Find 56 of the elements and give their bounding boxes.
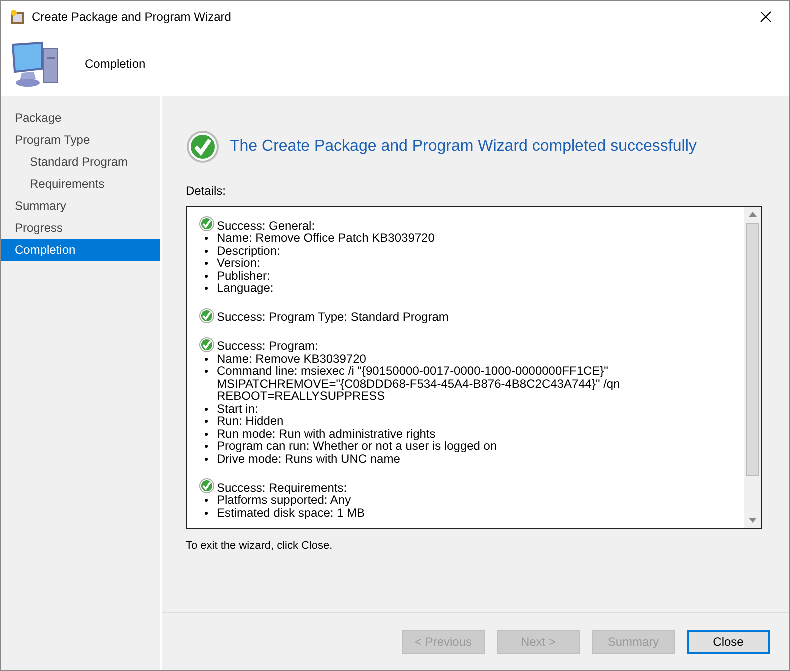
- success-check-icon: [186, 130, 220, 164]
- bullet-icon: [205, 512, 208, 514]
- bullet-icon: [205, 420, 208, 423]
- scroll-thumb[interactable]: [746, 223, 759, 476]
- detail-item: Language:: [217, 282, 274, 294]
- nav-item[interactable]: Standard Program: [1, 151, 160, 173]
- exit-instruction: To exit the wizard, click Close.: [186, 539, 333, 554]
- success-check-icon: [199, 478, 215, 494]
- bullet-icon: [205, 287, 208, 290]
- nav-item[interactable]: Progress: [1, 217, 160, 239]
- wizard-app-icon: [10, 8, 26, 24]
- bullet-icon: [205, 274, 208, 278]
- section-title: Success: Requirements:: [217, 482, 348, 494]
- bullet-icon: [205, 358, 208, 360]
- section-title: Success: General:: [217, 220, 316, 232]
- detail-item: Estimated disk space: 1 MB: [217, 506, 366, 519]
- section-title: Success: Program Type: Standard Program: [217, 311, 449, 324]
- nav-item[interactable]: Completion: [1, 239, 160, 261]
- wizard-button[interactable]: Close: [687, 630, 770, 654]
- detail-item: Name: Remove KB3039720: [217, 352, 366, 365]
- computer-icon: [10, 39, 60, 89]
- detail-item: Name: Remove Office Patch KB3039720: [217, 232, 435, 244]
- detail-item: Platforms supported: Any: [217, 494, 352, 506]
- detail-item: Description:: [217, 244, 280, 257]
- scroll-down-icon[interactable]: [748, 518, 756, 523]
- detail-item: Start in:: [217, 402, 258, 415]
- bullet-icon: [205, 499, 208, 502]
- nav-item[interactable]: Summary: [1, 195, 160, 217]
- nav-item[interactable]: Package: [1, 107, 160, 129]
- window-title: Create Package and Program Wizard: [32, 8, 232, 26]
- scrollbar[interactable]: [744, 207, 761, 528]
- nav-item[interactable]: Program Type: [1, 129, 160, 151]
- bullet-icon: [205, 408, 208, 410]
- scroll-up-icon[interactable]: [748, 212, 756, 217]
- completion-heading: The Create Package and Program Wizard completed successfully: [230, 137, 697, 157]
- section-title: Success: Program:: [217, 340, 318, 352]
- bullet-icon: [205, 250, 208, 252]
- page-title: Completion: [85, 56, 146, 73]
- bullet-icon: [205, 445, 208, 448]
- success-check-icon: [199, 336, 215, 352]
- detail-item: Program can run: Whether or not a user is logged on: [217, 440, 498, 452]
- details-label: Details:: [186, 183, 226, 200]
- detail-item: Drive mode: Runs with UNC name: [217, 452, 400, 465]
- success-check-icon: [199, 216, 215, 232]
- bullet-icon: [205, 458, 208, 460]
- success-check-icon: [199, 308, 215, 324]
- detail-item: Run mode: Run with administrative rights: [217, 428, 436, 440]
- bullet-icon: [205, 370, 208, 373]
- detail-item: Command line: msiexec /i "{90150000-0017-0000-1000-0000000FF1CE}" MSIPATCHREMOVE="{C08DDD68-F534-45A4-B876-4B8C2C43A744}" /qn REBOOT=REALLYSUPPRESS: [217, 365, 620, 402]
- detail-item: Version:: [217, 257, 260, 270]
- bullet-icon: [205, 432, 208, 436]
- bullet-icon: [205, 262, 208, 265]
- bullet-icon: [205, 237, 208, 240]
- detail-item: Publisher:: [217, 270, 270, 282]
- detail-item: Run: Hidden: [217, 415, 284, 428]
- nav-item[interactable]: Requirements: [1, 173, 160, 195]
